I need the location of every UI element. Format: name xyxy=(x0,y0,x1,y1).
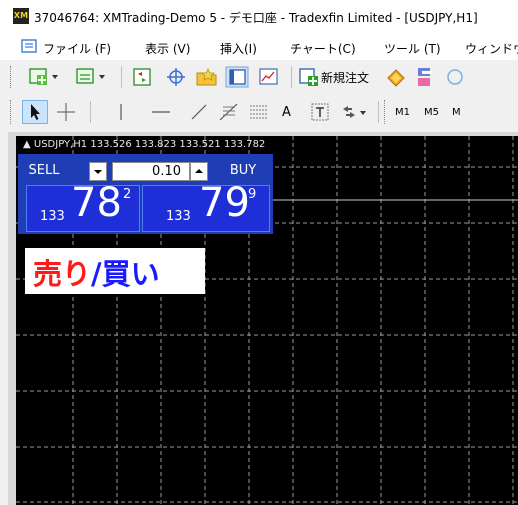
bid-price-big: 78 xyxy=(71,180,122,226)
market-watch-icon[interactable] xyxy=(131,66,153,88)
chart-symbol-header: ▲ USDJPY,H1 133.526 133.823 133.521 133.… xyxy=(23,139,266,150)
timeframe-m5[interactable]: M5 xyxy=(424,107,439,118)
crosshair-icon[interactable] xyxy=(165,66,187,88)
toolbar-grip[interactable] xyxy=(10,100,13,124)
profiles-icon[interactable] xyxy=(75,66,109,88)
new-order-label[interactable]: 新規注文 xyxy=(321,69,369,86)
toolbar-grip[interactable] xyxy=(10,66,13,88)
new-chart-icon[interactable] xyxy=(28,66,62,88)
toolbox-icon[interactable] xyxy=(225,66,249,88)
workspace-menu-icon[interactable] xyxy=(21,38,37,54)
arrows-dropdown-icon[interactable] xyxy=(339,101,369,123)
market-icon[interactable] xyxy=(444,66,466,88)
annotation-buy-text: 買い xyxy=(101,257,160,291)
toolbar-separator xyxy=(90,101,91,123)
trend-line-icon[interactable] xyxy=(188,101,210,123)
timeframe-m1[interactable]: M1 xyxy=(395,107,410,118)
menu-tools[interactable]: ツール (T) xyxy=(384,40,441,57)
ask-price-prefix: 133 xyxy=(166,209,191,224)
new-order-icon[interactable] xyxy=(298,66,320,88)
menu-file[interactable]: ファイル (F) xyxy=(43,40,111,57)
toolbar-separator xyxy=(291,66,292,88)
menu-insert[interactable]: 挿入(I) xyxy=(220,40,257,57)
vertical-line-icon[interactable] xyxy=(110,101,132,123)
algo-trading-icon[interactable] xyxy=(385,66,407,88)
menu-window[interactable]: ウィンドウ xyxy=(465,40,518,57)
equidistant-channel-icon[interactable] xyxy=(247,101,271,123)
timeframe-m15-partial[interactable]: M xyxy=(452,107,461,118)
annotation-text: 売り/買い xyxy=(33,251,160,293)
window-title: 37046764: XMTrading-Demo 5 - デモ口座 - Trad… xyxy=(34,11,478,25)
sell-button[interactable]: SELL xyxy=(24,161,64,181)
bid-price-prefix: 133 xyxy=(40,209,65,224)
menu-view[interactable]: 表示 (V) xyxy=(145,40,190,57)
mt5-app-icon[interactable]: XM xyxy=(13,8,29,24)
bid-price-sup: 2 xyxy=(123,187,132,202)
toolbar-separator xyxy=(378,101,379,123)
ask-price-button[interactable]: 133 79 9 xyxy=(142,180,270,232)
text-label-icon[interactable] xyxy=(309,101,331,123)
lot-decrease-button[interactable] xyxy=(89,162,107,181)
text-tool-icon[interactable]: A xyxy=(282,105,291,120)
title-bar: XM 37046764: XMTrading-Demo 5 - デモ口座 - T… xyxy=(0,0,518,34)
cursor-tool-icon[interactable] xyxy=(22,100,48,124)
collapse-triangle-icon[interactable]: ▲ xyxy=(23,139,34,150)
toolbar-separator xyxy=(121,66,122,88)
buy-button[interactable]: BUY xyxy=(216,161,270,181)
annotation-slash: / xyxy=(91,257,102,291)
lot-increase-button[interactable] xyxy=(190,162,208,181)
menu-chart[interactable]: チャート(C) xyxy=(290,40,356,57)
signals-icon[interactable] xyxy=(414,66,436,88)
strategy-tester-icon[interactable] xyxy=(257,66,281,88)
ask-price-big: 79 xyxy=(199,180,250,226)
horizontal-line-icon[interactable] xyxy=(148,101,174,123)
lot-size-input[interactable]: 0.10 xyxy=(112,162,190,181)
crosshair-tool-icon[interactable] xyxy=(55,101,77,123)
chevron-up-icon xyxy=(195,169,203,173)
navigator-icon[interactable] xyxy=(195,66,219,88)
bid-price-button[interactable]: 133 78 2 xyxy=(26,180,140,232)
annotation-sell-text: 売り xyxy=(33,257,92,291)
fibonacci-retracement-icon[interactable] xyxy=(217,101,241,123)
toolbar-grip[interactable] xyxy=(384,100,387,124)
chevron-down-icon xyxy=(94,170,102,174)
ask-price-sup: 9 xyxy=(248,187,257,202)
